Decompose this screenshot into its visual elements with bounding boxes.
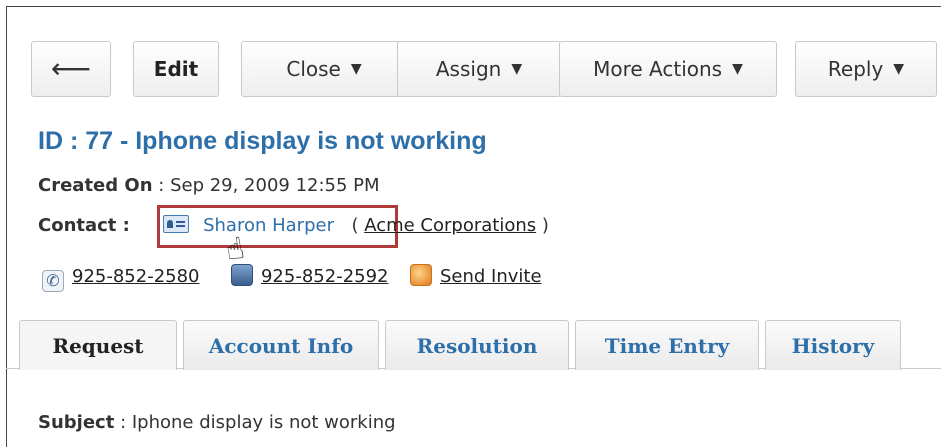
page-title: ID : 77 - Iphone display is not working (38, 127, 487, 155)
created-on-label: Created On (38, 175, 153, 196)
created-on-value: Sep 29, 2009 12:55 PM (170, 175, 380, 196)
mobile-phone-icon (230, 264, 253, 286)
tab-account-info[interactable]: Account Info (183, 320, 379, 370)
tab-time-entry[interactable]: Time Entry (575, 320, 759, 370)
phone-link[interactable]: 925-852-2580 (72, 266, 200, 287)
edit-label: Edit (153, 57, 199, 81)
contact-label: Contact : (38, 215, 130, 236)
send-invite-link[interactable]: Send Invite (440, 266, 542, 287)
close-label: Close (286, 57, 341, 81)
tab-label: Time Entry (604, 333, 730, 358)
edit-button[interactable]: Edit (133, 41, 219, 97)
contact-row: Contact : Sharon Harper ( Acme Corporati… (38, 215, 549, 236)
tab-label: Request (52, 333, 144, 358)
company-link[interactable]: Acme Corporations (364, 215, 536, 236)
mobile-link[interactable]: 925-852-2592 (261, 266, 389, 287)
assign-dropdown-button[interactable]: Assign ▼ (397, 41, 561, 97)
arrow-left-icon: ⟵ (50, 52, 92, 85)
more-actions-label: More Actions (593, 57, 723, 81)
tab-label: Resolution (416, 333, 538, 358)
reply-label: Reply (827, 57, 884, 81)
more-actions-dropdown-button[interactable]: More Actions ▼ (559, 41, 777, 97)
created-on-row: Created On : Sep 29, 2009 12:55 PM (38, 175, 380, 196)
phone-icon: ✆ (42, 270, 64, 292)
caret-down-icon: ▼ (350, 61, 362, 77)
assign-label: Assign (435, 57, 502, 81)
caret-down-icon: ▼ (511, 61, 523, 77)
reply-dropdown-button[interactable]: Reply ▼ (795, 41, 937, 97)
caret-down-icon: ▼ (893, 61, 905, 77)
tab-label: History (791, 333, 875, 358)
back-button[interactable]: ⟵ (31, 41, 111, 97)
phone-row: ✆ 925-852-2580 925-852-2592 Send Invite (42, 264, 542, 292)
send-invite-icon (409, 264, 432, 286)
caret-down-icon: ▼ (732, 61, 743, 77)
tab-history[interactable]: History (765, 320, 901, 370)
tab-request[interactable]: Request (19, 320, 177, 370)
tab-resolution[interactable]: Resolution (385, 320, 569, 370)
subject-value: Iphone display is not working (131, 412, 396, 433)
subject-label: Subject (38, 412, 115, 433)
tab-label: Account Info (208, 333, 354, 358)
close-dropdown-button[interactable]: Close ▼ (241, 41, 407, 97)
contact-card-icon[interactable] (163, 215, 190, 233)
subject-row: Subject : Iphone display is not working (38, 412, 396, 433)
